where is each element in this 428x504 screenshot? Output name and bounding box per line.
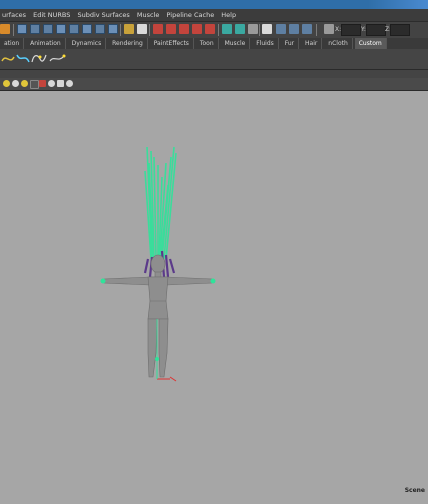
menu-surfaces[interactable]: urfaces (0, 9, 29, 21)
select-object-icon[interactable] (30, 24, 40, 34)
perspective-viewport[interactable]: Scene (0, 91, 428, 500)
smooth-shade-icon[interactable] (12, 80, 19, 87)
status-line: X: Y: Z: (0, 21, 428, 39)
xray-icon[interactable] (30, 80, 39, 89)
status-separator (316, 24, 317, 36)
transform-3-icon[interactable] (302, 24, 312, 34)
status-separator (13, 24, 14, 36)
input-line-icon[interactable] (262, 24, 272, 34)
right-leg (158, 318, 169, 378)
x-axis-mark (169, 376, 177, 382)
tab-fluids[interactable]: Fluids (252, 38, 279, 49)
x-field[interactable] (341, 24, 361, 36)
right-hand-joint (210, 278, 216, 284)
tab-muscle[interactable]: Muscle (221, 38, 251, 49)
menu-muscle[interactable]: Muscle (135, 9, 163, 21)
toolbar-gap (0, 70, 428, 78)
snap-point-icon[interactable] (137, 24, 147, 34)
pick-mask-3-icon[interactable] (82, 24, 92, 34)
custom-shelf (0, 49, 428, 70)
select-hierarchy-icon[interactable] (17, 24, 27, 34)
textured-icon[interactable] (21, 80, 28, 87)
resolution-gate-icon[interactable] (66, 80, 73, 87)
render-view-icon[interactable] (222, 24, 232, 34)
y-field[interactable] (366, 24, 386, 36)
green-curve-group (144, 146, 177, 260)
render-icon[interactable] (205, 24, 215, 34)
tab-custom[interactable]: Custom (354, 38, 387, 49)
camera-label: Scene (404, 487, 425, 494)
transform-icon[interactable] (276, 24, 286, 34)
isolate-icon[interactable] (39, 80, 46, 87)
pick-mask-2-icon[interactable] (69, 24, 79, 34)
menu-pipeline-cache[interactable]: Pipeline Cache (164, 9, 217, 21)
snap-grid-icon[interactable] (124, 24, 134, 34)
snap-live-icon[interactable] (179, 24, 189, 34)
render-settings-icon[interactable] (248, 24, 258, 34)
shelf-curve-tools[interactable] (0, 49, 80, 69)
menu-help[interactable]: Help (219, 9, 239, 21)
status-separator (149, 24, 150, 36)
curve-tool-4-icon[interactable] (49, 55, 65, 62)
status-separator (218, 24, 219, 36)
tab-hair[interactable]: Hair (301, 38, 323, 49)
hips (147, 300, 169, 320)
light-icon[interactable] (3, 80, 10, 87)
purple-strand (143, 258, 150, 274)
head (150, 254, 166, 274)
os-title-strip (0, 0, 428, 9)
shelf-tabs: ation Animation Dynamics Rendering Paint… (0, 38, 428, 49)
scene-svg (100, 146, 216, 382)
purple-strand (164, 254, 170, 278)
tab-dynamics[interactable]: Dynamics (68, 38, 107, 49)
curve-tool-2-icon[interactable] (16, 54, 30, 63)
z-field[interactable] (390, 24, 410, 36)
tab-animation-partial[interactable]: ation (0, 38, 25, 49)
menu-edit-nurbs[interactable]: Edit NURBS (31, 9, 73, 21)
tab-ncloth[interactable]: nCloth (324, 38, 353, 49)
snap-view-plane-icon[interactable] (166, 24, 176, 34)
tab-rendering[interactable]: Rendering (108, 38, 148, 49)
transform-2-icon[interactable] (289, 24, 299, 34)
curve-tool-1-icon[interactable] (1, 56, 15, 62)
tab-fur[interactable]: Fur (281, 38, 300, 49)
history-icon[interactable] (192, 24, 202, 34)
purple-strand (168, 258, 176, 274)
panel-toolbar (0, 78, 428, 91)
status-separator (259, 24, 260, 36)
spike-curve (165, 152, 177, 260)
status-separator (120, 24, 121, 36)
mode-icon[interactable] (0, 24, 10, 34)
main-menubar: urfaces Edit NURBS Subdiv Surfaces Muscl… (0, 9, 428, 21)
tab-painteffects[interactable]: PaintEffects (150, 38, 194, 49)
absolute-transform-icon[interactable] (324, 24, 334, 34)
pick-mask-icon[interactable] (56, 24, 66, 34)
left-leg (147, 318, 158, 378)
curve-point-icon (38, 55, 42, 59)
pick-mask-4-icon[interactable] (95, 24, 105, 34)
pick-mask-5-icon[interactable] (108, 24, 118, 34)
snap-curve-icon[interactable] (153, 24, 163, 34)
tab-toon[interactable]: Toon (196, 38, 219, 49)
shadow-icon[interactable] (48, 80, 55, 87)
select-component-icon[interactable] (43, 24, 53, 34)
ipr-render-icon[interactable] (235, 24, 245, 34)
wireframe-icon[interactable] (57, 80, 64, 87)
title-glow (368, 0, 428, 9)
tab-animation[interactable]: Animation (26, 38, 66, 49)
left-hand-joint (100, 278, 106, 284)
menu-subdiv-surfaces[interactable]: Subdiv Surfaces (75, 9, 132, 21)
curve-point-2-icon (62, 54, 66, 58)
